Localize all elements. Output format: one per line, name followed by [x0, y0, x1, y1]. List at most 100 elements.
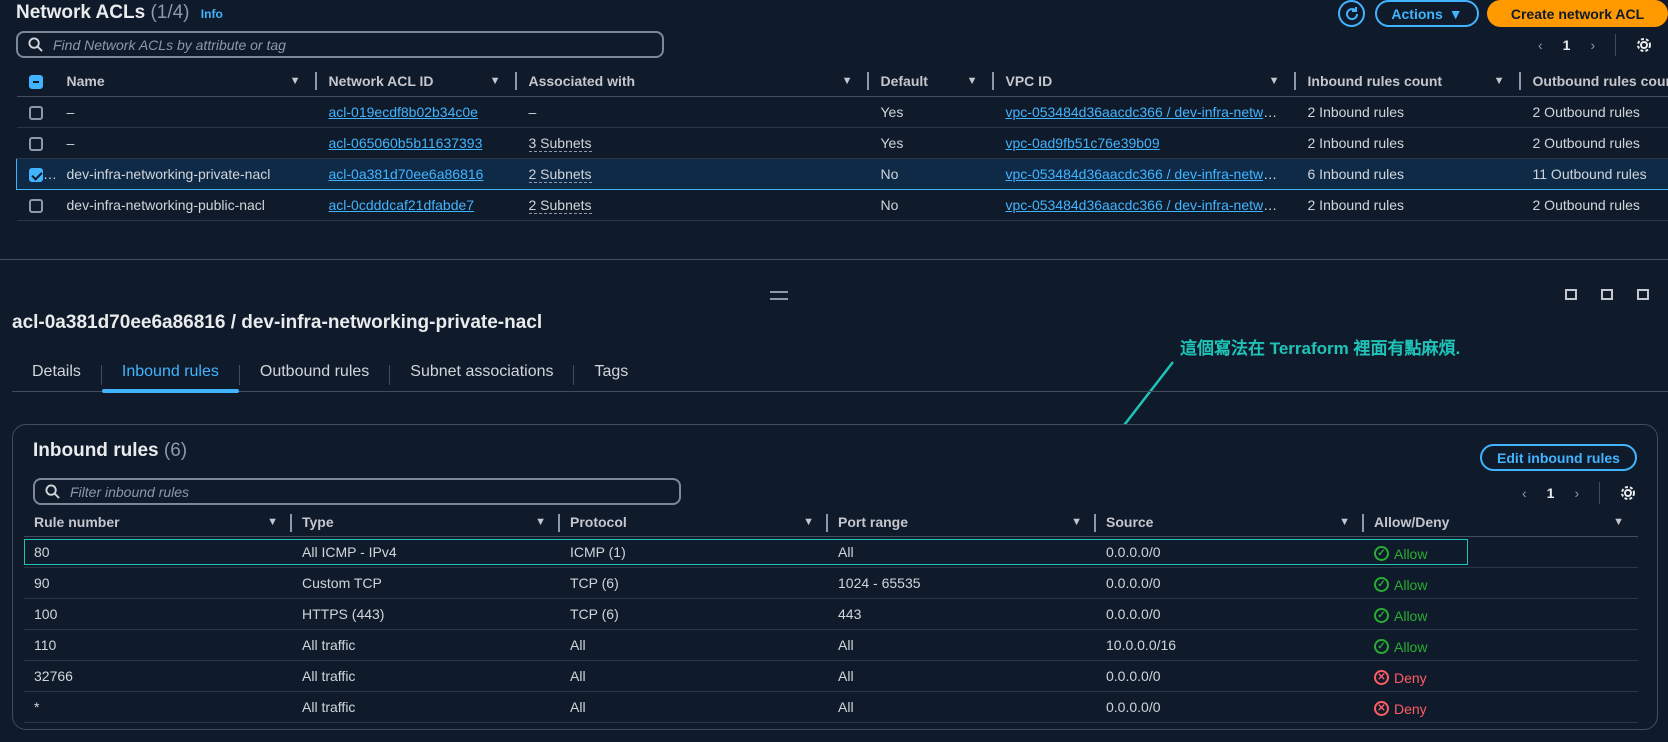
- resize-handle-icon[interactable]: [770, 291, 788, 300]
- inbound-rules-title: Inbound rules (6): [33, 440, 187, 462]
- select-all-header: [16, 66, 55, 97]
- associated-with[interactable]: 3 Subnets: [528, 135, 592, 152]
- split-divider: [0, 259, 1668, 260]
- vpc-id-link[interactable]: vpc-0ad9fb51c76e39b09: [1006, 135, 1160, 151]
- inbound-pagination: ‹ 1 ›: [1522, 482, 1636, 504]
- tab-inbound-rules[interactable]: Inbound rules: [101, 355, 239, 393]
- panel-side-icon[interactable]: [1601, 289, 1613, 300]
- sort-caret-icon[interactable]: ▼: [1613, 516, 1624, 528]
- prev-page-icon[interactable]: ‹: [1538, 37, 1543, 53]
- row-checkbox[interactable]: [28, 137, 43, 152]
- vpc-id-link[interactable]: vpc-053484d36aacdc366 / dev-infra-networ…: [1006, 104, 1296, 120]
- outbound-count: 2 Outbound rules: [1520, 96, 1668, 128]
- prev-page-icon[interactable]: ‹: [1522, 485, 1527, 501]
- table-row-selected[interactable]: dev-infra-networking-private-nacl acl-0a…: [16, 158, 1668, 190]
- row-checkbox[interactable]: [28, 199, 43, 214]
- table-row[interactable]: – acl-065060b5b11637393 3 Subnets Yes vp…: [16, 127, 1668, 159]
- rule-protocol: ICMP (1): [560, 536, 828, 568]
- acl-id-link[interactable]: acl-065060b5b11637393: [329, 135, 483, 151]
- sort-caret-icon[interactable]: ▼: [842, 75, 853, 87]
- panel-bottom-icon[interactable]: [1565, 289, 1577, 300]
- table-row: 100 HTTPS (443) TCP (6) 443 0.0.0.0/0 ✓ A…: [24, 598, 1638, 630]
- column-header-port-range[interactable]: Port range ▼: [828, 508, 1096, 537]
- refresh-button[interactable]: [1338, 0, 1365, 27]
- select-all-checkbox[interactable]: [28, 75, 43, 90]
- next-page-icon[interactable]: ›: [1590, 37, 1595, 53]
- vpc-id-link[interactable]: vpc-053484d36aacdc366 / dev-infra-networ…: [1006, 166, 1296, 182]
- network-acl-table: Name ▼ Network ACL ID ▼ Associated with ▼ D…: [16, 66, 1668, 221]
- rule-port-range: All: [828, 660, 1096, 692]
- actions-label: Actions: [1391, 5, 1443, 22]
- associated-with[interactable]: 2 Subnets: [528, 197, 592, 214]
- column-header-protocol[interactable]: Protocol ▼: [560, 508, 828, 537]
- table-row: 90 Custom TCP TCP (6) 1024 - 65535 0.0.0…: [24, 567, 1638, 599]
- table-row: 80 All ICMP - IPv4 ICMP (1) All 0.0.0.0/…: [24, 536, 1638, 568]
- next-page-icon[interactable]: ›: [1574, 485, 1579, 501]
- inbound-title-text: Inbound rules: [33, 440, 159, 461]
- column-header-default[interactable]: Default ▼: [868, 66, 994, 97]
- sort-caret-icon[interactable]: ▼: [1494, 75, 1505, 87]
- tab-outbound-rules[interactable]: Outbound rules: [240, 355, 389, 391]
- search-input[interactable]: Find Network ACLs by attribute or tag: [16, 31, 664, 58]
- info-link[interactable]: Info: [201, 7, 223, 21]
- table-row[interactable]: – acl-019ecdf8b02b34c0e – Yes vpc-053484…: [16, 96, 1668, 128]
- allow-status: ✓ Allow: [1374, 546, 1427, 562]
- table-row: * All traffic All All 0.0.0.0/0 ✕ Deny: [24, 691, 1638, 723]
- column-header-associated[interactable]: Associated with ▼: [516, 66, 869, 97]
- sort-caret-icon[interactable]: ▼: [967, 75, 978, 87]
- actions-button[interactable]: Actions ▼: [1375, 0, 1479, 27]
- caret-down-icon: ▼: [1448, 5, 1463, 22]
- page-number[interactable]: 1: [1547, 485, 1555, 501]
- rule-port-range: All: [828, 629, 1096, 661]
- acl-id-link[interactable]: acl-0cdddcaf21dfabde7: [329, 197, 475, 213]
- column-header-source[interactable]: Source ▼: [1096, 508, 1364, 537]
- filter-inbound-input[interactable]: Filter inbound rules: [33, 478, 681, 505]
- column-header-allow-deny[interactable]: Allow/Deny ▼: [1364, 508, 1638, 537]
- refresh-icon: [1345, 6, 1358, 20]
- tab-tags[interactable]: Tags: [574, 355, 648, 391]
- row-checkbox[interactable]: [28, 106, 43, 121]
- rule-port-range: All: [828, 691, 1096, 723]
- sort-caret-icon[interactable]: ▼: [1339, 516, 1350, 528]
- gear-icon[interactable]: [1620, 485, 1636, 501]
- associated-with[interactable]: 2 Subnets: [528, 166, 592, 183]
- sort-caret-icon[interactable]: ▼: [803, 516, 814, 528]
- acl-name: –: [54, 127, 317, 159]
- sort-caret-icon[interactable]: ▼: [1269, 75, 1280, 87]
- sort-caret-icon[interactable]: ▼: [490, 75, 501, 87]
- inbound-count: 6 Inbound rules: [1295, 158, 1521, 190]
- rule-source: 0.0.0.0/0: [1096, 536, 1364, 568]
- gear-icon[interactable]: [1636, 37, 1652, 53]
- create-network-acl-button[interactable]: Create network ACL: [1487, 0, 1668, 27]
- edit-inbound-rules-button[interactable]: Edit inbound rules: [1480, 444, 1637, 471]
- column-header-vpc-id[interactable]: VPC ID ▼: [993, 66, 1296, 97]
- rule-protocol: TCP (6): [560, 567, 828, 599]
- page-number[interactable]: 1: [1563, 37, 1571, 53]
- sort-caret-icon[interactable]: ▼: [290, 75, 301, 87]
- deny-status: ✕ Deny: [1374, 670, 1427, 686]
- acl-id-link[interactable]: acl-019ecdf8b02b34c0e: [329, 104, 478, 120]
- tab-subnet-associations[interactable]: Subnet associations: [390, 355, 573, 391]
- row-checkbox[interactable]: [29, 168, 43, 183]
- column-header-type[interactable]: Type ▼: [292, 508, 560, 537]
- acl-id-link[interactable]: acl-0a381d70ee6a86816: [329, 166, 484, 182]
- tab-details[interactable]: Details: [12, 355, 101, 391]
- detail-title: acl-0a381d70ee6a86816 / dev-infra-networ…: [12, 312, 543, 333]
- column-header-outbound[interactable]: Outbound rules count: [1520, 66, 1668, 97]
- selection-count: (1/4): [150, 2, 190, 23]
- column-header-name[interactable]: Name ▼: [54, 66, 317, 97]
- column-header-rule-number[interactable]: Rule number ▼: [24, 508, 292, 537]
- table-row: 32766 All traffic All All 0.0.0.0/0 ✕ Den…: [24, 660, 1638, 692]
- rule-source: 0.0.0.0/0: [1096, 567, 1364, 599]
- sort-caret-icon[interactable]: ▼: [267, 516, 278, 528]
- rule-source: 10.0.0.0/16: [1096, 629, 1364, 661]
- table-row[interactable]: dev-infra-networking-public-nacl acl-0cd…: [16, 189, 1668, 221]
- column-header-acl-id[interactable]: Network ACL ID ▼: [316, 66, 517, 97]
- rule-source: 0.0.0.0/0: [1096, 691, 1364, 723]
- panel-full-icon[interactable]: [1637, 289, 1649, 300]
- vpc-id-link[interactable]: vpc-053484d36aacdc366 / dev-infra-networ…: [1006, 197, 1296, 213]
- column-header-inbound[interactable]: Inbound rules count ▼: [1295, 66, 1521, 97]
- sort-caret-icon[interactable]: ▼: [535, 516, 546, 528]
- sort-caret-icon[interactable]: ▼: [1071, 516, 1082, 528]
- outbound-count: 11 Outbound rules: [1520, 158, 1668, 190]
